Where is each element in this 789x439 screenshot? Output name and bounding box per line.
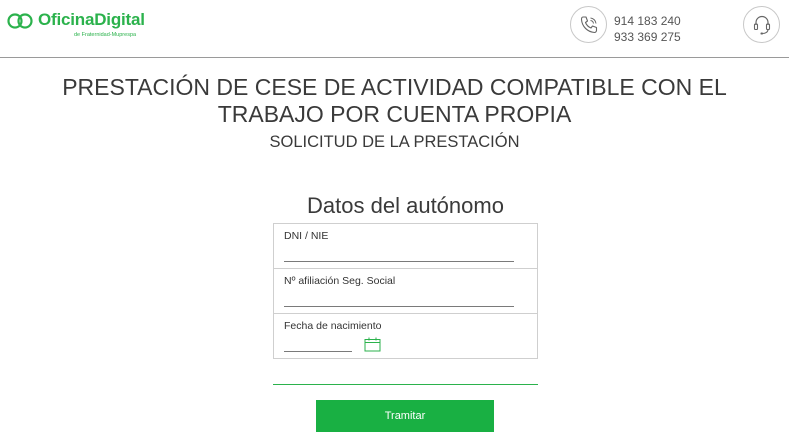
dni-field: DNI / NIE — [274, 224, 537, 269]
form-divider — [273, 384, 538, 385]
phone-numbers: 914 183 240 933 369 275 — [614, 13, 681, 45]
social-security-input[interactable] — [284, 292, 514, 307]
phone-number-2[interactable]: 933 369 275 — [614, 29, 681, 45]
oficina-digital-logo[interactable]: OficinaDigital de Fraternidad-Muprespa — [7, 9, 157, 43]
phone-button[interactable] — [570, 6, 607, 43]
page-title: PRESTACIÓN DE CESE DE ACTIVIDAD COMPATIB… — [0, 74, 789, 128]
calendar-icon[interactable] — [364, 337, 381, 352]
social-security-label: Nº afiliación Seg. Social — [284, 275, 396, 287]
logo-text: OficinaDigital — [38, 10, 145, 29]
birth-date-input[interactable] — [284, 337, 352, 352]
support-button[interactable] — [743, 6, 780, 43]
dni-input[interactable] — [284, 247, 514, 262]
section-title: Datos del autónomo — [307, 193, 504, 218]
applicant-form: DNI / NIE Nº afiliación Seg. Social Fech… — [273, 223, 538, 359]
phone-number-1[interactable]: 914 183 240 — [614, 13, 681, 29]
header: OficinaDigital de Fraternidad-Muprespa 9… — [0, 0, 789, 58]
page-title-line-2: TRABAJO POR CUENTA PROPIA — [217, 101, 572, 127]
logo-tagline: de Fraternidad-Muprespa — [74, 32, 137, 38]
logo-rings-icon — [7, 13, 33, 29]
page-title-line-1: PRESTACIÓN DE CESE DE ACTIVIDAD COMPATIB… — [62, 74, 727, 100]
birth-date-label: Fecha de nacimiento — [284, 320, 382, 332]
tramitar-button[interactable]: Tramitar — [316, 400, 494, 432]
phone-icon — [580, 16, 598, 34]
headset-icon — [753, 15, 771, 35]
page-subtitle: SOLICITUD DE LA PRESTACIÓN — [269, 133, 520, 151]
dni-label: DNI / NIE — [284, 230, 329, 242]
social-security-field: Nº afiliación Seg. Social — [274, 269, 537, 314]
birth-date-field: Fecha de nacimiento — [274, 314, 537, 358]
